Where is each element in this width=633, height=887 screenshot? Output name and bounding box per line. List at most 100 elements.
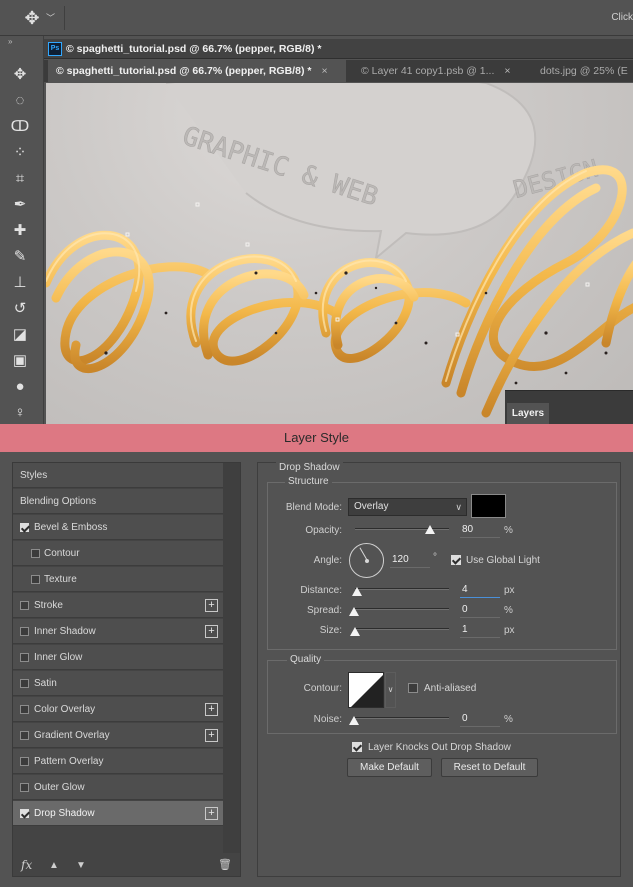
style-checkbox[interactable] <box>20 679 29 688</box>
linear-contour-icon <box>351 675 383 707</box>
add-style-icon[interactable]: + <box>205 703 218 716</box>
close-tab-icon[interactable]: × <box>504 65 510 77</box>
opacity-unit: % <box>504 525 513 536</box>
style-item-label: Inner Glow <box>34 652 83 663</box>
noise-unit: % <box>504 714 513 725</box>
tab-spaghetti-tutorial[interactable]: © spaghetti_tutorial.psd @ 66.7% (pepper… <box>48 60 346 82</box>
style-checkbox[interactable] <box>31 575 40 584</box>
quick-select-tool-icon[interactable]: ⁘ <box>9 142 31 164</box>
noise-input[interactable]: 0 <box>460 712 500 727</box>
style-checkbox[interactable] <box>31 549 40 558</box>
style-item-satin[interactable]: Satin <box>13 671 223 696</box>
tab-layer-41-copy[interactable]: © Layer 41 copy1.psb @ 1... × <box>353 60 529 82</box>
style-item-contour[interactable]: Contour <box>13 541 223 566</box>
opacity-slider-thumb[interactable] <box>425 525 436 534</box>
size-label: Size: <box>319 625 342 636</box>
style-item-texture[interactable]: Texture <box>13 567 223 592</box>
style-item-pattern-overlay[interactable]: Pattern Overlay <box>13 749 223 774</box>
canvas-artwork: GRAPHIC & WEB DESIGN <box>46 83 633 418</box>
stamp-tool-icon[interactable]: ⊥ <box>9 272 31 294</box>
chevron-down-icon: ∨ <box>455 502 462 512</box>
options-bar: ✥ ﹀ Click <box>0 0 633 36</box>
style-item-outer-glow[interactable]: Outer Glow <box>13 775 223 800</box>
add-style-icon[interactable]: + <box>205 807 218 820</box>
style-item-label: Stroke <box>34 600 63 611</box>
chevron-down-icon[interactable]: ﹀ <box>46 11 55 24</box>
style-checkbox[interactable] <box>20 731 29 740</box>
gradient-tool-icon[interactable]: ▣ <box>9 350 31 372</box>
brush-tool-icon[interactable]: ✎ <box>9 246 31 268</box>
contour-preview[interactable] <box>348 672 384 708</box>
make-default-button[interactable]: Make Default <box>347 758 432 777</box>
reset-to-default-button[interactable]: Reset to Default <box>441 758 538 777</box>
style-checkbox[interactable] <box>20 757 29 766</box>
spread-slider[interactable] <box>355 608 449 610</box>
style-item-color-overlay[interactable]: Color Overlay + <box>13 697 223 722</box>
history-brush-tool-icon[interactable]: ↺ <box>9 298 31 320</box>
fx-icon[interactable]: fx <box>21 858 32 872</box>
chevron-down-icon[interactable]: ∨ <box>385 672 396 708</box>
healing-brush-tool-icon[interactable]: ✚ <box>9 220 31 242</box>
style-item-gradient-overlay[interactable]: Gradient Overlay + <box>13 723 223 748</box>
style-checkbox[interactable] <box>20 783 29 792</box>
angle-input[interactable]: 120 <box>390 553 430 568</box>
opacity-input[interactable]: 80 <box>460 523 500 538</box>
distance-slider[interactable] <box>355 588 449 590</box>
lasso-tool-icon[interactable]: ↀ <box>9 116 31 138</box>
noise-slider-thumb[interactable] <box>349 716 359 725</box>
blend-mode-select[interactable]: Overlay ∨ <box>348 498 467 516</box>
distance-slider-thumb[interactable] <box>352 587 362 596</box>
style-item-inner-glow[interactable]: Inner Glow <box>13 645 223 670</box>
spread-label: Spread: <box>306 605 342 616</box>
knockout-checkbox[interactable] <box>352 742 362 752</box>
style-checkbox[interactable] <box>20 653 29 662</box>
tab-label: © Layer 41 copy1.psb @ 1... <box>361 65 495 77</box>
trash-icon[interactable]: 🗑 <box>218 858 232 871</box>
size-input[interactable]: 1 <box>460 623 500 638</box>
tab-dots-jpg[interactable]: dots.jpg @ 25% (E <box>532 60 633 82</box>
move-down-icon[interactable]: ▼ <box>76 860 86 871</box>
use-global-light-checkbox[interactable] <box>451 555 461 565</box>
eyedropper-tool-icon[interactable]: ✒ <box>9 194 31 216</box>
style-item-label: Blending Options <box>20 496 97 507</box>
eraser-tool-icon[interactable]: ◪ <box>9 324 31 346</box>
style-item-bevel-emboss[interactable]: Bevel & Emboss <box>13 515 223 540</box>
add-style-icon[interactable]: + <box>205 729 218 742</box>
blur-tool-icon[interactable]: ● <box>9 376 31 398</box>
dialog-title-bar[interactable]: Layer Style <box>0 424 633 452</box>
add-style-icon[interactable]: + <box>205 625 218 638</box>
dodge-tool-icon[interactable]: ♀ <box>9 402 31 424</box>
move-up-icon[interactable]: ▲ <box>49 860 59 871</box>
style-item-styles[interactable]: Styles <box>13 463 223 488</box>
styles-list-scrollbar[interactable] <box>223 463 240 853</box>
close-tab-icon[interactable]: × <box>321 65 327 77</box>
style-item-drop-shadow[interactable]: Drop Shadow + <box>13 801 223 826</box>
angle-dial[interactable] <box>349 543 384 578</box>
noise-slider[interactable] <box>355 717 449 719</box>
add-style-icon[interactable]: + <box>205 599 218 612</box>
shadow-color-swatch[interactable] <box>471 494 506 518</box>
move-tool-icon[interactable]: ✥ <box>9 64 31 86</box>
move-tool-icon[interactable]: ✥ <box>22 8 42 28</box>
style-checkbox[interactable] <box>20 627 29 636</box>
style-checkbox[interactable] <box>20 705 29 714</box>
style-checkbox[interactable] <box>20 809 29 818</box>
style-checkbox[interactable] <box>20 523 29 532</box>
document-canvas[interactable]: GRAPHIC & WEB DESIGN <box>46 83 633 424</box>
angle-dial-center <box>365 559 369 563</box>
anti-aliased-checkbox[interactable] <box>408 683 418 693</box>
marquee-tool-icon[interactable]: ◌ <box>9 90 31 112</box>
size-slider[interactable] <box>355 628 449 630</box>
style-checkbox[interactable] <box>20 601 29 610</box>
tab-layers[interactable]: Layers <box>507 403 549 425</box>
distance-input[interactable]: 4 <box>460 583 500 598</box>
layers-panel-tabbar: Layers <box>505 390 633 425</box>
style-item-inner-shadow[interactable]: Inner Shadow + <box>13 619 223 644</box>
collapse-panel-icon[interactable]: » <box>8 37 13 46</box>
spread-slider-thumb[interactable] <box>349 607 359 616</box>
style-item-blending-options[interactable]: Blending Options <box>13 489 223 514</box>
crop-tool-icon[interactable]: ⌗ <box>9 168 31 190</box>
size-slider-thumb[interactable] <box>350 627 360 636</box>
spread-input[interactable]: 0 <box>460 603 500 618</box>
style-item-stroke[interactable]: Stroke + <box>13 593 223 618</box>
